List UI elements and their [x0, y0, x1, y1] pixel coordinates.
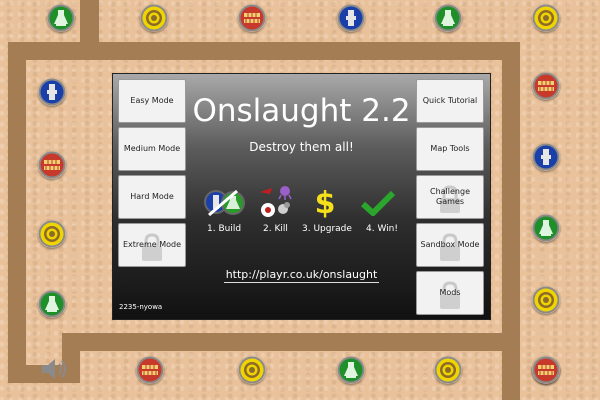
sun-tower-icon	[434, 356, 462, 384]
menu-button-label: Mods	[439, 288, 461, 297]
blue-tower-icon	[38, 78, 66, 106]
build-id: 2235-nyowa	[119, 303, 163, 311]
step-label-win: 4. Win!	[366, 224, 398, 234]
enemy-path	[62, 333, 520, 351]
menu-button-label: Challenge Games	[430, 187, 470, 206]
step-label-build: 1. Build	[207, 224, 242, 234]
menu-button-label: Medium Mode	[123, 144, 181, 153]
flask-tower-icon	[337, 356, 365, 384]
menu-button-label: Sandbox Mode	[420, 240, 480, 249]
menu-button-label: Hard Mode	[130, 192, 174, 201]
bricks-tower-icon	[532, 356, 560, 384]
enemy-path	[80, 0, 99, 48]
sandbox-mode-button[interactable]: Sandbox Mode	[416, 223, 484, 267]
enemies-icon	[258, 184, 294, 220]
blue-tower-icon	[337, 4, 365, 32]
step-label-upgrade: 3. Upgrade	[302, 224, 352, 234]
sun-tower-icon	[238, 356, 266, 384]
flask-tower-icon	[47, 4, 75, 32]
main-menu-panel: Easy Mode Medium Mode Hard Mode Extreme Mod…	[112, 73, 491, 320]
menu-button-label: Extreme Mode	[122, 240, 181, 249]
menu-button-label: Map Tools	[430, 144, 470, 153]
dollar-icon: $	[315, 186, 336, 221]
challenge-games-button[interactable]: Challenge Games	[416, 175, 484, 219]
enemy-path	[8, 42, 26, 382]
blue-tower-icon	[532, 143, 560, 171]
step-label-kill: 2. Kill	[263, 224, 288, 234]
sun-tower-icon	[532, 4, 560, 32]
medium-mode-button[interactable]: Medium Mode	[118, 127, 186, 171]
bricks-tower-icon	[136, 356, 164, 384]
speaker-icon[interactable]	[40, 356, 70, 382]
extreme-mode-button[interactable]: Extreme Mode	[118, 223, 186, 267]
sun-tower-icon	[38, 220, 66, 248]
hard-mode-button[interactable]: Hard Mode	[118, 175, 186, 219]
sun-tower-icon	[532, 286, 560, 314]
website-link[interactable]: http://playr.co.uk/onslaught	[223, 268, 380, 283]
bricks-tower-icon	[532, 72, 560, 100]
bricks-tower-icon	[238, 4, 266, 32]
menu-button-label: Quick Tutorial	[422, 96, 478, 105]
flask-tower-icon	[38, 290, 66, 318]
sun-tower-icon	[140, 4, 168, 32]
build-towers-icon	[203, 187, 247, 217]
menu-button-label: Easy Mode	[130, 96, 174, 105]
flask-tower-icon	[532, 214, 560, 242]
checkmark-icon	[360, 190, 396, 218]
flask-tower-icon	[434, 4, 462, 32]
enemy-path	[502, 42, 520, 400]
website-link-row: http://playr.co.uk/onslaught	[113, 268, 490, 283]
svg-text:$: $	[315, 186, 335, 218]
enemy-path	[8, 42, 520, 60]
bricks-tower-icon	[38, 151, 66, 179]
